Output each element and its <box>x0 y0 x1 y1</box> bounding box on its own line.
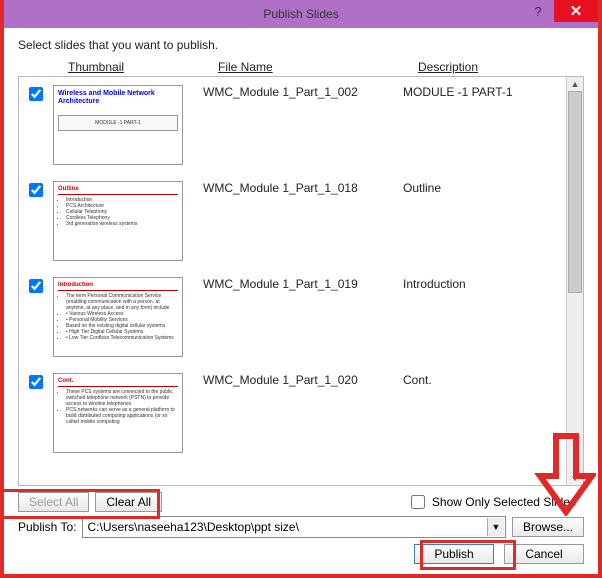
select-all-button[interactable]: Select All <box>18 492 89 512</box>
browse-button[interactable]: Browse... <box>512 517 584 537</box>
column-headers: Thumbnail File Name Description <box>18 58 584 76</box>
cancel-button[interactable]: Cancel <box>504 544 584 564</box>
show-only-selected-checkbox[interactable] <box>411 495 425 509</box>
slide-thumbnail[interactable]: Cont.These PCS systems are connected to … <box>53 373 183 453</box>
slide-description[interactable]: Outline <box>403 181 561 195</box>
publish-to-path-combo[interactable]: C:\Users\naseeha123\Desktop\ppt size\ ▼ <box>82 516 506 538</box>
window-title: Publish Slides <box>4 7 598 21</box>
slide-description[interactable]: Introduction <box>403 277 561 291</box>
header-description[interactable]: Description <box>418 60 584 74</box>
header-filename[interactable]: File Name <box>218 60 418 74</box>
slide-filename[interactable]: WMC_Module 1_Part_1_002 <box>183 85 403 99</box>
slide-description[interactable]: MODULE -1 PART-1 <box>403 85 561 99</box>
title-bar: Publish Slides ? ✕ <box>4 0 598 28</box>
slide-filename[interactable]: WMC_Module 1_Part_1_020 <box>183 373 403 387</box>
publish-button[interactable]: Publish <box>414 544 494 564</box>
vertical-scrollbar[interactable]: ▲ ▼ <box>566 77 583 485</box>
slide-row[interactable]: IntroductionThe term Personal Communicat… <box>19 269 567 365</box>
slide-row[interactable]: Wireless and Mobile Network Architecture… <box>19 77 567 173</box>
slide-description[interactable]: Cont. <box>403 373 561 387</box>
show-only-selected-label[interactable]: Show Only Selected Slides <box>407 492 576 512</box>
publish-to-label: Publish To: <box>18 520 76 534</box>
slide-row[interactable]: Cont.These PCS systems are connected to … <box>19 365 567 461</box>
slide-filename[interactable]: WMC_Module 1_Part_1_019 <box>183 277 403 291</box>
slide-checkbox[interactable] <box>29 87 43 101</box>
scroll-thumb[interactable] <box>568 91 582 293</box>
slide-thumbnail[interactable]: OutlineIntroductionPCS ArchitectureCellu… <box>53 181 183 261</box>
slide-list: Wireless and Mobile Network Architecture… <box>18 76 584 486</box>
slide-filename[interactable]: WMC_Module 1_Part_1_018 <box>183 181 403 195</box>
scroll-up-arrow[interactable]: ▲ <box>567 77 583 91</box>
slide-thumbnail[interactable]: Wireless and Mobile Network Architecture… <box>53 85 183 165</box>
chevron-down-icon[interactable]: ▼ <box>487 518 504 536</box>
scroll-down-arrow[interactable]: ▼ <box>567 471 583 485</box>
slide-thumbnail[interactable]: IntroductionThe term Personal Communicat… <box>53 277 183 357</box>
clear-all-button[interactable]: Clear All <box>95 492 162 512</box>
instruction-text: Select slides that you want to publish. <box>18 38 584 52</box>
close-button[interactable]: ✕ <box>554 0 598 22</box>
header-thumbnail[interactable]: Thumbnail <box>68 60 218 74</box>
slide-checkbox[interactable] <box>29 279 43 293</box>
slide-checkbox[interactable] <box>29 183 43 197</box>
help-button[interactable]: ? <box>522 0 554 22</box>
slide-row[interactable]: OutlineIntroductionPCS ArchitectureCellu… <box>19 173 567 269</box>
publish-to-path-value: C:\Users\naseeha123\Desktop\ppt size\ <box>87 520 298 534</box>
slide-checkbox[interactable] <box>29 375 43 389</box>
